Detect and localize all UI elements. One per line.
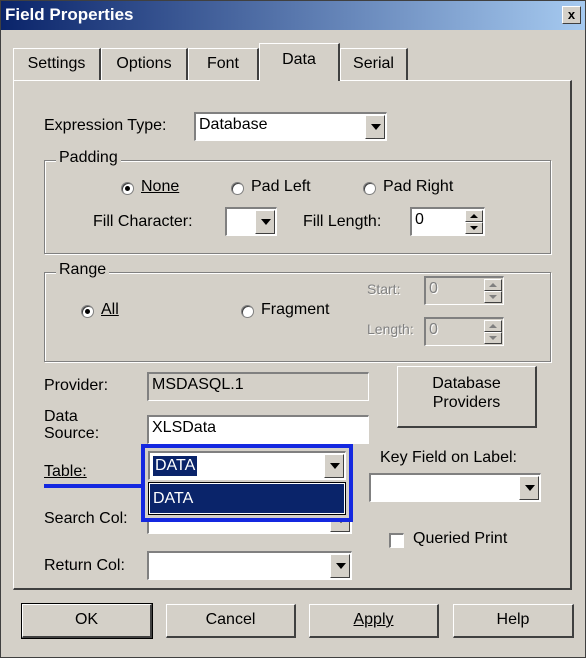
- length-spin-buttons: [484, 320, 502, 344]
- tab-settings-label: Settings: [27, 55, 86, 72]
- key-field-label: Key Field on Label:: [380, 449, 517, 466]
- radio-pad-right-label: Pad Right: [383, 178, 454, 195]
- start-spin-buttons: [484, 279, 502, 303]
- provider-label: Provider:: [44, 377, 109, 394]
- spin-down-button: [484, 332, 502, 344]
- chevron-down-icon: [261, 219, 271, 225]
- database-providers-line2: Providers: [432, 394, 501, 411]
- expression-type-value: Database: [199, 116, 268, 133]
- fill-length-spinner[interactable]: 0: [410, 207, 485, 236]
- arrow-down-icon: [489, 295, 497, 299]
- radio-none-label: None: [141, 178, 180, 195]
- return-col-dropdown-button[interactable]: [330, 554, 350, 578]
- fill-length-value: 0: [415, 211, 424, 228]
- radio-pad-left-label: Pad Left: [251, 178, 311, 195]
- fill-character-dropdown-button[interactable]: [255, 210, 275, 234]
- key-field-select[interactable]: [369, 473, 541, 502]
- tab-settings[interactable]: Settings: [13, 48, 101, 80]
- radio-all-label: All: [101, 301, 119, 318]
- length-spinner: 0: [424, 317, 504, 346]
- window-title: Field Properties: [5, 5, 134, 24]
- tab-font[interactable]: Font: [188, 48, 259, 80]
- fill-character-label: Fill Character:: [93, 213, 193, 230]
- arrow-up-icon: [470, 214, 478, 218]
- table-label: Table:: [44, 463, 87, 480]
- tab-options-label: Options: [116, 55, 172, 72]
- radio-fragment-label: Fragment: [261, 301, 330, 318]
- radio-pad-left[interactable]: [231, 182, 244, 195]
- tab-serial[interactable]: Serial: [340, 48, 408, 80]
- fill-length-label: Fill Length:: [303, 213, 382, 230]
- chevron-down-icon: [371, 124, 381, 130]
- spin-down-button: [484, 291, 502, 303]
- ok-button[interactable]: OK: [21, 603, 153, 639]
- radio-all[interactable]: [81, 305, 94, 318]
- radio-pad-right[interactable]: [363, 182, 376, 195]
- chevron-down-icon: [525, 485, 535, 491]
- expression-type-dropdown-button[interactable]: [365, 115, 385, 139]
- tab-data[interactable]: Data: [259, 43, 340, 81]
- length-label: Length:: [367, 321, 414, 337]
- spin-up-button[interactable]: [465, 210, 483, 222]
- database-providers-line1: Database: [432, 375, 501, 392]
- start-label: Start:: [367, 281, 401, 297]
- length-value: 0: [429, 321, 438, 338]
- table-highlight-underline: [44, 484, 144, 488]
- radio-none[interactable]: [121, 182, 134, 195]
- data-source-input[interactable]: XLSData: [147, 415, 369, 444]
- arrow-up-icon: [489, 324, 497, 328]
- table-highlight-box: DATA DATA: [141, 444, 353, 522]
- close-button[interactable]: x: [562, 6, 581, 24]
- table-select[interactable]: DATA: [148, 451, 346, 480]
- expression-type-label: Expression Type:: [44, 117, 167, 134]
- table-dropdown-button[interactable]: [324, 454, 344, 478]
- tab-options[interactable]: Options: [101, 48, 188, 80]
- title-bar: Field Properties x: [1, 1, 585, 30]
- expression-type-select[interactable]: Database: [194, 112, 387, 141]
- arrow-down-icon: [489, 336, 497, 340]
- tab-font-label: Font: [206, 55, 239, 72]
- data-source-label: Data Source:: [44, 408, 99, 442]
- tab-serial-label: Serial: [353, 55, 394, 72]
- return-col-label: Return Col:: [44, 557, 125, 574]
- field-properties-dialog: Field Properties x Settings Options Font…: [0, 0, 586, 658]
- start-spinner: 0: [424, 276, 504, 305]
- table-option[interactable]: DATA: [150, 484, 344, 513]
- search-col-label: Search Col:: [44, 510, 128, 527]
- arrow-up-icon: [489, 283, 497, 287]
- spin-up-button: [484, 279, 502, 291]
- padding-group-title: Padding: [56, 149, 121, 167]
- provider-value: MSDASQL.1: [152, 376, 244, 393]
- database-providers-button[interactable]: Database Providers: [397, 366, 537, 428]
- data-source-label-line1: Data: [44, 408, 78, 425]
- help-button[interactable]: Help: [453, 604, 574, 638]
- table-dropdown-list: DATA: [148, 482, 346, 515]
- provider-field: MSDASQL.1: [147, 372, 369, 401]
- data-source-label-line2: Source:: [44, 425, 100, 442]
- chevron-down-icon: [330, 463, 340, 469]
- apply-button[interactable]: Apply: [309, 604, 439, 638]
- data-source-value: XLSData: [152, 419, 217, 436]
- radio-fragment[interactable]: [241, 305, 254, 318]
- fill-length-spin-buttons[interactable]: [465, 210, 483, 234]
- start-value: 0: [429, 280, 438, 297]
- queried-print-label: Queried Print: [413, 530, 508, 547]
- arrow-down-icon: [470, 226, 478, 230]
- range-group-title: Range: [56, 261, 110, 279]
- return-col-select[interactable]: [147, 551, 352, 580]
- key-field-dropdown-button[interactable]: [519, 476, 539, 500]
- queried-print-checkbox[interactable]: [389, 533, 404, 548]
- table-value: DATA: [153, 456, 198, 476]
- fill-character-select[interactable]: [225, 207, 277, 236]
- tab-data-label: Data: [282, 51, 316, 68]
- spin-down-button[interactable]: [465, 222, 483, 234]
- chevron-down-icon: [336, 563, 346, 569]
- cancel-button[interactable]: Cancel: [166, 604, 296, 638]
- spin-up-button: [484, 320, 502, 332]
